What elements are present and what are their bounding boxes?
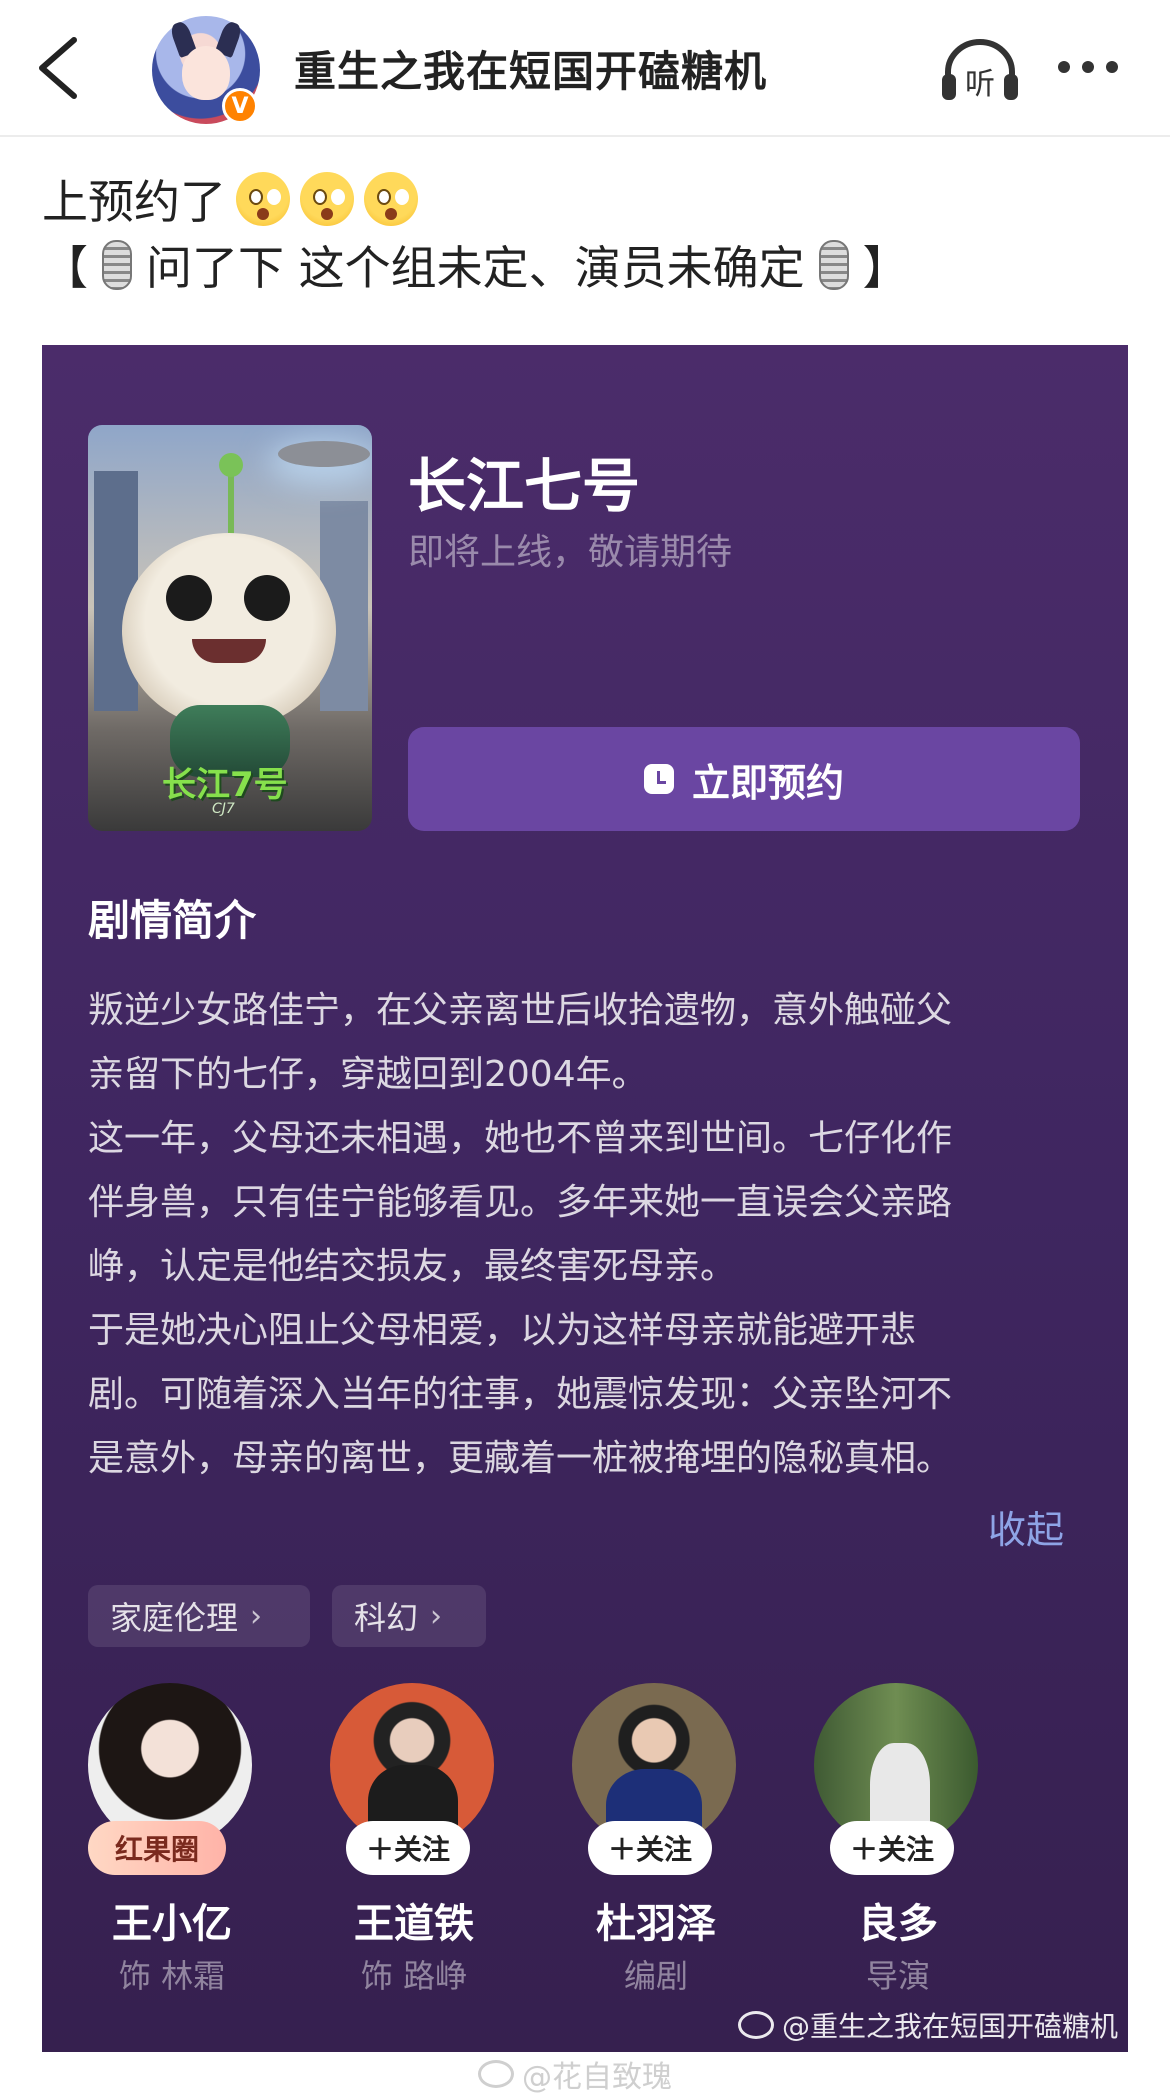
account-name[interactable]: 重生之我在短国开磕糖机 — [294, 38, 767, 99]
person-name: 王小亿 — [112, 1901, 232, 1947]
tag-family-ethics[interactable]: 家庭伦理 › — [88, 1585, 310, 1647]
follow-button[interactable]: ＋关注 — [588, 1821, 712, 1875]
post-line-1: 上预约了 — [42, 166, 418, 232]
synopsis-line: 剧。可随着深入当年的往事，她震惊发现：父亲坠河不 — [88, 1374, 953, 1415]
drama-card[interactable]: 长江7号 CJ7 长江七号 即将上线，敬请期待 立即预约 剧情简介 叛逆少女路佳… — [42, 345, 1128, 2052]
listen-icon[interactable]: 听 — [938, 34, 1022, 104]
poster-image[interactable]: 长江7号 CJ7 — [88, 425, 372, 831]
post-text-1: 上预约了 — [42, 175, 226, 229]
synopsis-line: 于是她决心阻止父母相爱，以为这样母亲就能避开悲 — [88, 1310, 917, 1351]
watermark-text: @重生之我在短国开磕糖机 — [781, 2010, 1118, 2043]
poster-logo-sub: CJ7 — [212, 801, 235, 817]
crew-member[interactable]: ＋关注 杜羽泽 编剧 — [556, 1683, 756, 2013]
reserve-label: 立即预约 — [691, 760, 844, 805]
bracket-close: 】 — [862, 241, 909, 295]
footer-watermark: @花自致瑰 — [478, 2052, 672, 2096]
post-line-2: 【 问了下 这个组未定、演员未确定 】 — [42, 232, 909, 298]
weibo-icon — [737, 2011, 774, 2039]
tag-label: 科幻 — [354, 1599, 419, 1637]
cast-member[interactable]: ＋关注 王道铁 饰 路峥 — [314, 1683, 514, 2013]
back-arrow-icon[interactable] — [28, 32, 88, 104]
top-bar: V 重生之我在短国开磕糖机 听 — [0, 0, 1170, 137]
person-name: 王道铁 — [354, 1901, 474, 1947]
person-name: 杜羽泽 — [596, 1901, 716, 1947]
person-role: 饰 路峥 — [360, 1957, 468, 1995]
follow-button[interactable]: ＋关注 — [346, 1821, 470, 1875]
tag-scifi[interactable]: 科幻 › — [332, 1585, 486, 1647]
microphone-icon — [102, 240, 132, 290]
tag-label: 家庭伦理 — [110, 1599, 239, 1637]
poster-logo: 长江7号 — [162, 765, 288, 805]
flushed-face-icon — [236, 172, 290, 226]
person-role: 导演 — [865, 1957, 930, 1995]
person-role: 编剧 — [623, 1957, 688, 1995]
clock-icon — [643, 764, 674, 794]
post-text-2: 问了下 这个组未定、演员未确定 — [146, 241, 805, 295]
follow-button[interactable]: ＋关注 — [830, 1821, 954, 1875]
synopsis-line: 伴身兽，只有佳宁能够看见。多年来她一直误会父亲路 — [88, 1182, 953, 1223]
more-icon[interactable] — [1058, 52, 1130, 82]
collapse-link[interactable]: 收起 — [988, 1499, 1064, 1554]
person-name: 良多 — [858, 1901, 938, 1947]
weibo-watermark: @重生之我在短国开磕糖机 — [737, 2005, 1118, 2045]
flushed-face-icon — [364, 172, 418, 226]
flushed-face-icon — [300, 172, 354, 226]
microphone-icon — [818, 240, 849, 290]
verified-badge-icon: V — [222, 88, 258, 124]
cast-member[interactable]: 红果圈 王小亿 饰 林霜 — [72, 1683, 272, 2013]
drama-status: 即将上线，敬请期待 — [408, 532, 733, 573]
footer-watermark-text: @花自致瑰 — [522, 2060, 672, 2095]
synopsis-line: 峥，认定是他结交损友，最终害死母亲。 — [88, 1246, 737, 1287]
chevron-right-icon: › — [250, 1598, 263, 1634]
drama-title: 长江七号 — [408, 452, 641, 520]
synopsis-text: 叛逆少女路佳宁，在父亲离世后收拾遗物，意外触碰父 亲留下的七仔，穿越回到2004… — [88, 979, 1098, 1491]
bracket-open: 【 — [42, 241, 88, 295]
synopsis-line: 这一年，父母还未相遇，她也不曾来到世间。七仔化作 — [88, 1118, 953, 1159]
synopsis-line: 叛逆少女路佳宁，在父亲离世后收拾遗物，意外触碰父 — [88, 990, 953, 1031]
crew-member[interactable]: ＋关注 良多 导演 — [798, 1683, 998, 2013]
weibo-icon — [478, 2060, 514, 2088]
synopsis-title: 剧情简介 — [88, 896, 257, 945]
hongguo-circle-button[interactable]: 红果圈 — [88, 1821, 226, 1875]
reserve-button[interactable]: 立即预约 — [408, 727, 1080, 831]
synopsis-line: 是意外，母亲的离世，更藏着一桩被掩埋的隐秘真相。 — [88, 1438, 953, 1479]
listen-label: 听 — [965, 67, 995, 102]
synopsis-line: 亲留下的七仔，穿越回到2004年。 — [88, 1054, 648, 1095]
person-role: 饰 林霜 — [118, 1957, 226, 1995]
chevron-right-icon: › — [430, 1598, 443, 1634]
